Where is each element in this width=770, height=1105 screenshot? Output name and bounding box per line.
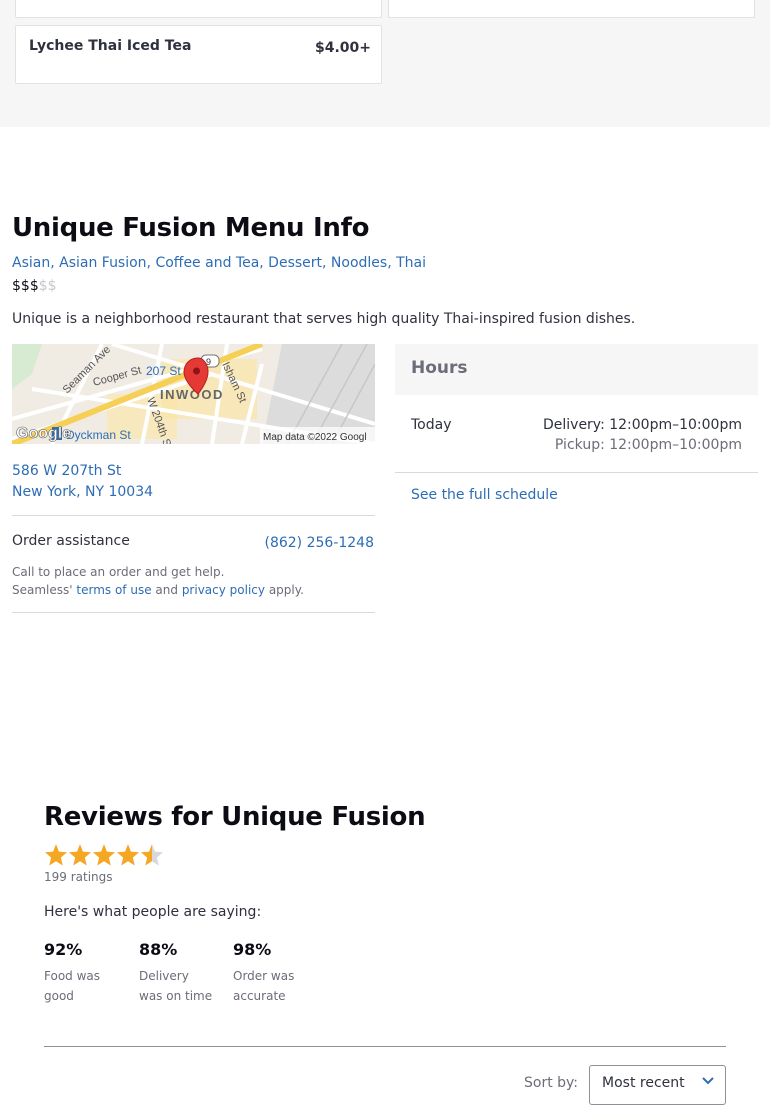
menu-info-title: Unique Fusion Menu Info — [12, 213, 370, 243]
star-icon — [117, 844, 139, 866]
stat-food-good: 92% Food was good — [44, 940, 134, 1006]
assistance-note-line: Call to place an order and get help. — [12, 565, 225, 579]
menu-item-card[interactable]: Lychee Thai Iced Tea $4.00+ — [15, 25, 382, 84]
legal-prefix: Seamless' — [12, 583, 73, 597]
delivery-hours: Delivery: 12:00pm–10:00pm — [542, 417, 742, 433]
price-level-active: $$$ — [12, 278, 39, 294]
divider — [44, 1046, 726, 1047]
stat-label-line: Order was — [233, 969, 295, 983]
menu-item-card[interactable] — [388, 0, 755, 18]
map-label-dyckman: Dyckman St — [66, 428, 131, 442]
location-map[interactable]: Seaman Ave Cooper St 207 St Isham St W 2… — [12, 344, 375, 444]
price-level-inactive: $$ — [38, 278, 57, 294]
stat-percent: 98% — [233, 940, 272, 959]
privacy-policy-link[interactable]: privacy policy — [182, 583, 265, 597]
assistance-note: Call to place an order and get help. Sea… — [12, 563, 304, 599]
pickup-hours: Pickup: 12:00pm–10:00pm — [554, 437, 742, 453]
divider — [12, 515, 375, 516]
star-rating — [45, 844, 163, 866]
stat-label-line: good — [44, 989, 74, 1003]
full-schedule-link[interactable]: See the full schedule — [411, 487, 558, 503]
menu-item-price: $4.00+ — [314, 40, 371, 56]
map-label-neighborhood: INWOOD — [160, 387, 224, 402]
phone-link[interactable]: (862) 256-1248 — [265, 535, 375, 551]
address-line-2[interactable]: New York, NY 10034 — [12, 482, 153, 503]
restaurant-address[interactable]: 586 W 207th St New York, NY 10034 — [12, 461, 153, 503]
cuisine-links[interactable]: Asian, Asian Fusion, Coffee and Tea, Des… — [12, 255, 426, 271]
stat-percent: 88% — [139, 940, 178, 959]
stat-label-line: was on time — [139, 989, 213, 1003]
terms-of-use-link[interactable]: terms of use — [76, 583, 151, 597]
menu-item-name: Lychee Thai Iced Tea — [29, 38, 192, 54]
ratings-count: 199 ratings — [44, 870, 113, 884]
stat-label-line: Food was — [44, 969, 101, 983]
sort-selected-value: Most recent — [602, 1075, 685, 1091]
address-line-1[interactable]: 586 W 207th St — [12, 461, 153, 482]
reviews-summary-heading: Here's what people are saying: — [44, 904, 262, 920]
sort-dropdown[interactable]: Most recent — [589, 1065, 726, 1105]
menu-item-card[interactable] — [15, 0, 382, 18]
divider — [395, 472, 758, 473]
order-assistance-label: Order assistance — [12, 533, 130, 549]
sort-label: Sort by: — [524, 1075, 579, 1091]
legal-and: and — [155, 583, 178, 597]
stat-order-accurate: 98% Order was accurate — [233, 940, 323, 1006]
chevron-down-icon — [702, 1077, 714, 1085]
price-level: $$$$$ — [12, 278, 57, 294]
stat-delivery-on-time: 88% Delivery was on time — [139, 940, 229, 1006]
star-icon — [69, 844, 91, 866]
divider — [12, 612, 375, 613]
star-icon — [45, 844, 67, 866]
legal-line: Seamless' terms of use and privacy polic… — [12, 581, 304, 599]
restaurant-description: Unique is a neighborhood restaurant that… — [12, 311, 636, 327]
map-attribution: Map data ©2022 Googl — [263, 432, 367, 443]
stat-label-line: Delivery — [139, 969, 189, 983]
legal-suffix: apply. — [268, 583, 304, 597]
google-logo: Google — [16, 425, 71, 442]
star-icon — [93, 844, 115, 866]
menu-section-background: Lychee Thai Iced Tea $4.00+ — [0, 0, 770, 127]
stat-label-line: accurate — [233, 989, 286, 1003]
stat-percent: 92% — [44, 940, 83, 959]
star-half-icon — [141, 844, 163, 866]
hours-heading: Hours — [395, 344, 758, 395]
map-label-207st: 207 St — [146, 364, 181, 378]
reviews-title: Reviews for Unique Fusion — [44, 802, 426, 832]
hours-day: Today — [411, 417, 452, 433]
